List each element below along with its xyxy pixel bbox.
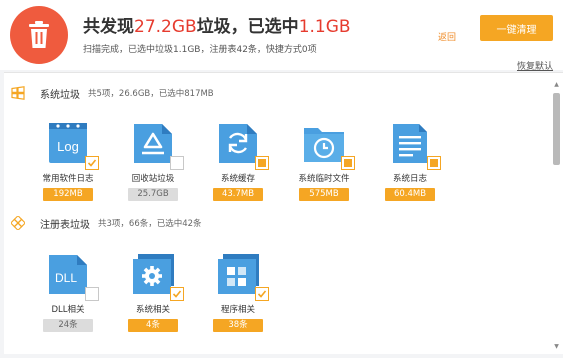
item-system-cache[interactable]: 系统缓存 43.7MB <box>203 120 273 201</box>
section-header-registry-junk: 注册表垃圾 共3项，66条，已选中42条 <box>10 215 202 231</box>
checkbox[interactable] <box>341 156 355 170</box>
section-header-system-junk: 系统垃圾 共5项，26.6GB，已选中817MB <box>10 85 214 101</box>
item-label: 常用软件日志 <box>42 174 94 184</box>
windows-icon <box>10 85 26 101</box>
item-label: 回收站垃圾 <box>131 174 175 184</box>
section-title: 系统垃圾 <box>40 89 80 101</box>
results-panel: 系统垃圾 共5项，26.6GB，已选中817MB Log 常用软件日志 192M… <box>4 72 563 354</box>
temp-folder-clock-icon <box>301 120 355 170</box>
system-log-icon <box>387 120 441 170</box>
item-program-related[interactable]: 程序相关 38条 <box>203 251 273 332</box>
restore-default-link[interactable]: 恢复默认 <box>517 59 553 72</box>
checkbox[interactable] <box>85 287 99 301</box>
size-badge: 60.4MB <box>385 188 435 201</box>
checkbox[interactable] <box>85 156 99 170</box>
trash-bin-icon <box>10 6 68 64</box>
one-click-clean-button[interactable]: 一键清理 <box>480 15 553 41</box>
item-label: 系统临时文件 <box>298 174 350 184</box>
scroll-up-arrow-icon[interactable]: ▲ <box>553 81 560 89</box>
item-system-related[interactable]: 系统相关 4条 <box>118 251 188 332</box>
dll-file-icon: DLL <box>45 251 99 301</box>
size-badge: 25.7GB <box>128 188 178 201</box>
back-link[interactable]: 返回 <box>438 30 456 43</box>
recycle-bin-icon <box>130 120 184 170</box>
checkbox[interactable] <box>170 156 184 170</box>
checkbox[interactable] <box>255 156 269 170</box>
scan-summary: 扫描完成，已选中垃圾1.1GB，注册表42条，快捷方式0项 <box>83 45 317 55</box>
count-badge: 38条 <box>213 319 263 332</box>
item-label: 程序相关 <box>220 305 255 315</box>
headline-mid: 垃圾，已选中 <box>196 17 299 37</box>
item-label: 系统相关 <box>135 305 170 315</box>
svg-text:DLL: DLL <box>55 271 77 285</box>
vertical-scrollbar[interactable]: ▲ ▼ <box>553 81 560 351</box>
checkbox[interactable] <box>170 287 184 301</box>
registry-icon <box>10 215 26 231</box>
section-title: 注册表垃圾 <box>40 219 90 231</box>
system-gear-icon <box>130 251 184 301</box>
headline-prefix: 共发现 <box>83 17 134 37</box>
section-stats: 共5项，26.6GB，已选中817MB <box>88 89 214 99</box>
summary-header: 共发现27.2GB垃圾，已选中1.1GB 扫描完成，已选中垃圾1.1GB，注册表… <box>0 0 563 72</box>
scroll-thumb[interactable] <box>553 93 560 165</box>
item-label: DLL相关 <box>51 305 85 315</box>
selected-size: 1.1GB <box>298 17 351 37</box>
count-badge: 24条 <box>43 319 93 332</box>
scan-result-headline: 共发现27.2GB垃圾，已选中1.1GB <box>83 12 351 37</box>
item-temp-files[interactable]: 系统临时文件 575MB <box>289 120 359 201</box>
checkbox[interactable] <box>255 287 269 301</box>
item-system-log[interactable]: 系统日志 60.4MB <box>375 120 445 201</box>
checkbox[interactable] <box>427 156 441 170</box>
svg-text:Log: Log <box>57 139 79 154</box>
item-dll[interactable]: DLL DLL相关 24条 <box>33 251 103 332</box>
found-size: 27.2GB <box>134 17 197 37</box>
log-file-icon: Log <box>45 120 99 170</box>
count-badge: 4条 <box>128 319 178 332</box>
item-recycle-bin[interactable]: 回收站垃圾 25.7GB <box>118 120 188 201</box>
item-label: 系统日志 <box>392 174 427 184</box>
scroll-down-arrow-icon[interactable]: ▼ <box>553 343 560 351</box>
size-badge: 43.7MB <box>213 188 263 201</box>
section-stats: 共3项，66条，已选中42条 <box>98 219 202 229</box>
size-badge: 192MB <box>43 188 93 201</box>
item-software-log[interactable]: Log 常用软件日志 192MB <box>33 120 103 201</box>
cache-refresh-icon <box>215 120 269 170</box>
item-label: 系统缓存 <box>220 174 255 184</box>
program-apps-icon <box>215 251 269 301</box>
size-badge: 575MB <box>299 188 349 201</box>
